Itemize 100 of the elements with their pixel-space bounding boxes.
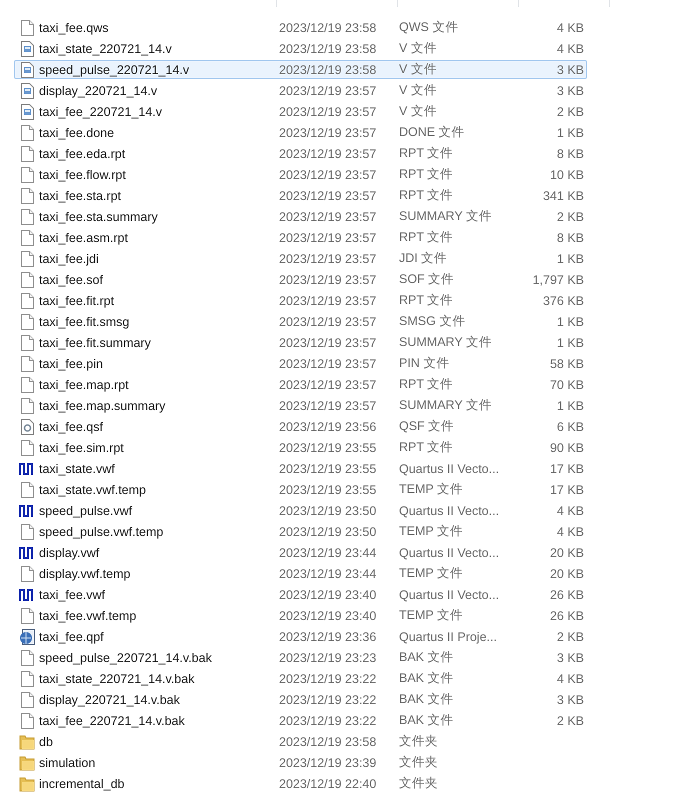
file-name: display_220721_14.v.bak	[39, 692, 181, 706]
file-size: 4 KB	[556, 504, 584, 518]
file-row[interactable]: taxi_fee.eda.rpt 2023/12/19 23:57 RPT 文件 8 KB	[14, 144, 587, 163]
waveform-icon	[19, 586, 35, 602]
file-row[interactable]: taxi_state_220721_14.v.bak 2023/12/19 23:22 BAK 文件 4 KB	[14, 669, 587, 688]
file-icon	[20, 440, 34, 456]
file-row[interactable]: taxi_fee.qpf 2023/12/19 23:36 Quartus II Proje... 2 KB	[14, 627, 587, 646]
file-row[interactable]: incremental_db 2023/12/19 22:40 文件夹	[14, 774, 587, 793]
document-icon	[20, 82, 34, 98]
file-type: 文件夹	[399, 754, 439, 771]
modified-date: 2023/12/19 23:55	[279, 462, 378, 476]
file-size: 3 KB	[556, 692, 584, 706]
file-name: taxi_fee.fit.rpt	[39, 294, 116, 308]
file-row[interactable]: taxi_fee.map.rpt 2023/12/19 23:57 RPT 文件 70 KB	[14, 375, 587, 394]
modified-date: 2023/12/19 23:57	[279, 252, 378, 266]
file-row[interactable]: simulation 2023/12/19 23:39 文件夹	[14, 753, 587, 772]
modified-date: 2023/12/19 23:40	[279, 608, 378, 622]
file-name: taxi_fee_220721_14.v.bak	[39, 714, 186, 728]
file-row[interactable]: taxi_fee.map.summary 2023/12/19 23:57 SUMMARY 文件 1 KB	[14, 396, 587, 415]
file-row[interactable]: taxi_fee.qsf 2023/12/19 23:56 QSF 文件 6 KB	[14, 417, 587, 436]
file-icon	[20, 20, 34, 36]
modified-date: 2023/12/19 23:57	[279, 168, 378, 182]
file-size: 2 KB	[556, 210, 584, 224]
file-row[interactable]: taxi_fee.jdi 2023/12/19 23:57 JDI 文件 1 KB	[14, 249, 587, 268]
file-size: 90 KB	[550, 440, 584, 454]
file-type: RPT 文件	[399, 439, 454, 456]
file-icon	[20, 712, 34, 728]
file-row[interactable]: taxi_state.vwf.temp 2023/12/19 23:55 TEMP 文件 17 KB	[14, 480, 587, 499]
file-size: 6 KB	[556, 420, 584, 434]
file-row[interactable]: speed_pulse.vwf.temp 2023/12/19 23:50 TEMP 文件 4 KB	[14, 522, 587, 541]
file-icon	[20, 692, 34, 708]
file-row[interactable]: taxi_fee.flow.rpt 2023/12/19 23:57 RPT 文件 10 KB	[14, 165, 587, 184]
file-type: Quartus II Vecto...	[399, 588, 500, 602]
file-type: V 文件	[399, 103, 438, 120]
file-size: 10 KB	[550, 168, 584, 182]
file-type: BAK 文件	[399, 691, 454, 708]
file-row[interactable]: taxi_fee.fit.rpt 2023/12/19 23:57 RPT 文件 376 KB	[14, 291, 587, 310]
file-row[interactable]: taxi_state_220721_14.v 2023/12/19 23:58 V 文件 4 KB	[14, 39, 587, 58]
file-icon	[20, 208, 34, 224]
file-size: 4 KB	[556, 672, 584, 686]
file-row[interactable]: taxi_state.vwf 2023/12/19 23:55 Quartus II Vecto... 17 KB	[14, 459, 587, 478]
file-row[interactable]: display.vwf 2023/12/19 23:44 Quartus II Vecto... 20 KB	[14, 543, 587, 562]
file-row[interactable]: taxi_fee.vwf.temp 2023/12/19 23:40 TEMP 文件 26 KB	[14, 606, 587, 625]
file-size: 3 KB	[556, 650, 584, 664]
file-row[interactable]: taxi_fee_220721_14.v.bak 2023/12/19 23:22 BAK 文件 2 KB	[14, 711, 587, 730]
file-icon	[20, 292, 34, 308]
file-type: TEMP 文件	[399, 523, 464, 540]
file-row[interactable]: taxi_fee_220721_14.v 2023/12/19 23:57 V 文件 2 KB	[14, 102, 587, 121]
modified-date: 2023/12/19 22:40	[279, 776, 378, 790]
file-row[interactable]: speed_pulse_220721_14.v 2023/12/19 23:58 V 文件 3 KB	[14, 60, 587, 79]
file-icon	[20, 272, 34, 288]
file-name: taxi_fee.map.summary	[39, 398, 166, 412]
file-icon	[20, 250, 34, 266]
file-row[interactable]: db 2023/12/19 23:58 文件夹	[14, 732, 587, 751]
modified-date: 2023/12/19 23:22	[279, 672, 378, 686]
modified-date: 2023/12/19 23:44	[279, 546, 378, 560]
file-type: QSF 文件	[399, 418, 456, 435]
modified-date: 2023/12/19 23:57	[279, 104, 378, 118]
file-type: 文件夹	[399, 775, 439, 792]
file-row[interactable]: taxi_fee.qws 2023/12/19 23:58 QWS 文件 4 KB	[14, 18, 587, 37]
file-type: TEMP 文件	[399, 565, 464, 582]
waveform-icon	[19, 460, 35, 476]
file-row[interactable]: taxi_fee.pin 2023/12/19 23:57 PIN 文件 58 KB	[14, 354, 587, 373]
modified-date: 2023/12/19 23:57	[279, 126, 378, 140]
file-size: 2 KB	[556, 104, 584, 118]
file-row[interactable]: taxi_fee.done 2023/12/19 23:57 DONE 文件 1 KB	[14, 123, 587, 142]
file-row[interactable]: display.vwf.temp 2023/12/19 23:44 TEMP 文件 20 KB	[14, 564, 587, 583]
file-row[interactable]: taxi_fee.sta.rpt 2023/12/19 23:57 RPT 文件 341 KB	[14, 186, 587, 205]
modified-date: 2023/12/19 23:57	[279, 378, 378, 392]
file-name: taxi_fee.qws	[39, 20, 110, 34]
file-row[interactable]: speed_pulse_220721_14.v.bak 2023/12/19 23:23 BAK 文件 3 KB	[14, 648, 587, 667]
file-icon	[20, 166, 34, 182]
file-size: 8 KB	[556, 230, 584, 244]
modified-date: 2023/12/19 23:57	[279, 188, 378, 202]
file-size: 20 KB	[550, 546, 584, 560]
file-row[interactable]: display_220721_14.v.bak 2023/12/19 23:22 BAK 文件 3 KB	[14, 690, 587, 709]
file-name: taxi_fee.vwf	[39, 588, 106, 602]
file-name: taxi_fee.qpf	[39, 630, 105, 644]
file-name: incremental_db	[39, 776, 126, 790]
file-row[interactable]: taxi_fee.sta.summary 2023/12/19 23:57 SUMMARY 文件 2 KB	[14, 207, 587, 226]
modified-date: 2023/12/19 23:58	[279, 734, 378, 748]
file-row[interactable]: taxi_fee.sof 2023/12/19 23:57 SOF 文件 1,797 KB	[14, 270, 587, 289]
file-icon	[20, 524, 34, 540]
file-row[interactable]: taxi_fee.fit.smsg 2023/12/19 23:57 SMSG 文件 1 KB	[14, 312, 587, 331]
file-row[interactable]: taxi_fee.vwf 2023/12/19 23:40 Quartus II Vecto... 26 KB	[14, 585, 587, 604]
file-row[interactable]: speed_pulse.vwf 2023/12/19 23:50 Quartus II Vecto... 4 KB	[14, 501, 587, 520]
file-type: BAK 文件	[399, 712, 454, 729]
globe-document-icon	[19, 628, 35, 644]
file-size: 3 KB	[556, 62, 584, 76]
file-row[interactable]: taxi_fee.fit.summary 2023/12/19 23:57 SUMMARY 文件 1 KB	[14, 333, 587, 352]
file-name: taxi_state.vwf	[39, 462, 116, 476]
folder-icon	[19, 754, 35, 770]
file-size: 341 KB	[542, 188, 584, 202]
modified-date: 2023/12/19 23:22	[279, 692, 378, 706]
file-row[interactable]: display_220721_14.v 2023/12/19 23:57 V 文件 3 KB	[14, 81, 587, 100]
folder-icon	[19, 734, 35, 750]
file-row[interactable]: taxi_fee.sim.rpt 2023/12/19 23:55 RPT 文件 90 KB	[14, 438, 587, 457]
modified-date: 2023/12/19 23:39	[279, 756, 378, 770]
file-icon	[20, 356, 34, 372]
file-row[interactable]: taxi_fee.asm.rpt 2023/12/19 23:57 RPT 文件 8 KB	[14, 228, 587, 247]
